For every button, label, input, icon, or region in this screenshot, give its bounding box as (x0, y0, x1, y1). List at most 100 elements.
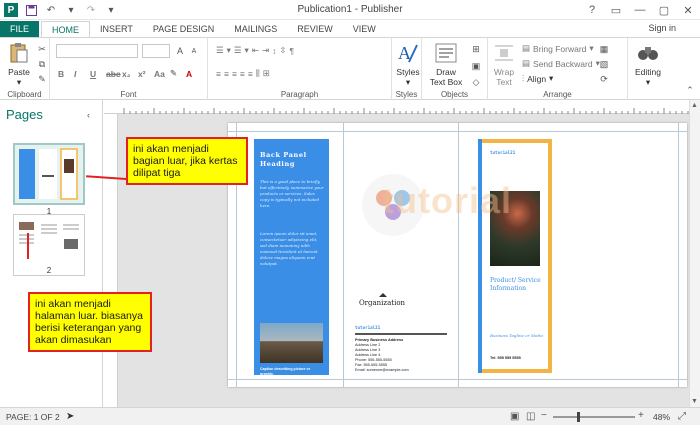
editing-group: Editing ▾ (628, 38, 668, 100)
cover-tag[interactable]: tutorial21 (490, 150, 515, 155)
bullets-icon[interactable]: ☰ (216, 45, 224, 56)
align-left-icon[interactable]: ≡ (216, 69, 221, 79)
align-button[interactable]: ⫶ Align ▾ (522, 73, 553, 84)
help-icon[interactable]: ? (580, 0, 604, 20)
tab-home[interactable]: HOME (41, 21, 91, 38)
font-color-button[interactable]: A (186, 69, 199, 79)
numbering-icon[interactable]: ☰ (234, 45, 242, 56)
page-thumbnail-1[interactable] (13, 143, 85, 205)
vertical-scrollbar[interactable]: ▲ ▼ (689, 100, 700, 407)
styles-button[interactable]: A Styles ▾ (394, 41, 422, 87)
italic-button[interactable]: I (74, 69, 87, 79)
wrap-text-icon (492, 41, 516, 65)
watermark-text: tutorial (382, 180, 512, 221)
cover-phone[interactable]: Tel: 555 555 5555 (490, 356, 548, 360)
grow-font-icon[interactable]: A (174, 45, 186, 57)
tab-view[interactable]: VIEW (343, 21, 386, 38)
picture-icon[interactable]: ▣ (470, 60, 482, 72)
zoom-slider[interactable] (553, 416, 635, 418)
text-box-label: Text Box (429, 77, 463, 87)
send-backward-button[interactable]: ▤ Send Backward ▾ (522, 58, 600, 69)
group-icon[interactable]: ▦ (598, 43, 610, 55)
middle-tag[interactable]: tutorial21 (355, 325, 380, 330)
brochure-page[interactable]: Back Panel Heading This is a good place … (228, 123, 687, 387)
back-panel-photo[interactable] (260, 323, 323, 363)
arrange-group-label: Arrange (543, 90, 572, 99)
cut-icon[interactable]: ✂ (36, 43, 48, 55)
format-painter-icon[interactable]: ✎ (36, 73, 48, 85)
bring-forward-button[interactable]: ▤ Bring Forward ▾ (522, 43, 594, 54)
shrink-font-icon[interactable]: A (188, 45, 200, 57)
tab-insert[interactable]: INSERT (90, 21, 143, 38)
wrap-text-button[interactable]: Wrap Text (490, 41, 518, 87)
scroll-down-icon[interactable]: ▼ (691, 398, 698, 405)
increase-indent-icon[interactable]: ⇥ (262, 45, 269, 56)
paragraph-settings-icon[interactable]: ⊞ (263, 68, 270, 79)
line-spacing-icon[interactable]: ↕ (272, 46, 276, 56)
zoom-in-icon[interactable]: + (638, 410, 644, 421)
back-panel-body[interactable]: This is a good place to briefly, but eff… (260, 179, 324, 209)
chevron-down-icon: ▾ (16, 77, 22, 87)
two-page-view-icon[interactable]: ◫ (526, 411, 535, 422)
distribute-icon[interactable]: ≡ (248, 69, 253, 79)
highlight-button[interactable]: ✎ (170, 68, 183, 79)
collapse-ribbon-icon[interactable]: ⌃ (684, 84, 696, 96)
address-block[interactable]: Primary Business Address Address Line 2 … (355, 338, 445, 373)
shapes-icon[interactable]: ◇ (470, 76, 482, 88)
vertical-ruler[interactable] (104, 114, 118, 407)
table-icon[interactable]: ⊞ (470, 43, 482, 55)
callout-outer-page: ini akan menjadi halaman luar. biasanya … (28, 292, 152, 352)
align-center-icon[interactable]: ≡ (224, 69, 229, 79)
bold-button[interactable]: B (58, 69, 71, 79)
fit-page-icon[interactable]: ⤢ (678, 411, 686, 422)
zoom-level: 48% (652, 412, 670, 422)
close-icon[interactable]: ✕ (676, 0, 700, 20)
back-panel[interactable]: Back Panel Heading This is a good place … (254, 139, 329, 377)
page-indicator[interactable]: PAGE: 1 OF 2 (6, 412, 60, 422)
paste-button[interactable]: Paste ▾ (4, 41, 34, 87)
zoom-slider-thumb[interactable] (577, 412, 580, 422)
font-name-combo[interactable] (56, 44, 138, 58)
ungroup-icon[interactable]: ▧ (598, 58, 610, 70)
draw-text-box-button[interactable]: Draw Text Box (426, 41, 466, 87)
font-group-label: Font (120, 90, 137, 99)
horizontal-ruler[interactable] (104, 100, 689, 114)
ribbon-display-icon[interactable]: ▭ (604, 0, 628, 20)
underline-button[interactable]: U (90, 69, 103, 79)
align-right-icon[interactable]: ≡ (232, 69, 237, 79)
font-size-combo[interactable] (142, 44, 170, 58)
cursor-icon: ➤ (66, 411, 75, 422)
sign-in-link[interactable]: Sign in (648, 23, 676, 33)
rotate-icon[interactable]: ⟳ (598, 73, 610, 85)
paragraph-spacing-icon[interactable]: ⇳ (279, 45, 286, 56)
tab-review[interactable]: REVIEW (287, 21, 343, 38)
draw-label: Draw (436, 67, 456, 77)
minimize-icon[interactable]: — (628, 0, 652, 20)
editing-button[interactable]: Editing ▾ (630, 41, 666, 87)
scroll-up-icon[interactable]: ▲ (691, 102, 698, 109)
show-marks-icon[interactable]: ¶ (289, 46, 294, 56)
subscript-button[interactable]: x₂ (122, 69, 135, 79)
styles-group: A Styles ▾ Styles (392, 38, 422, 100)
organization-name[interactable]: Organization (352, 299, 412, 307)
cover-title[interactable]: Product/ Service Information (490, 277, 548, 293)
columns-icon[interactable]: ⫼ (256, 68, 260, 79)
single-page-view-icon[interactable]: ▣ (510, 411, 519, 422)
maximize-icon[interactable]: ▢ (652, 0, 676, 20)
tab-file[interactable]: FILE (0, 21, 40, 38)
tab-page-design[interactable]: PAGE DESIGN (143, 21, 224, 38)
change-case-button[interactable]: Aa (154, 69, 167, 79)
cover-tagline[interactable]: Business Tagline or Motto (490, 333, 548, 339)
superscript-button[interactable]: x² (138, 69, 151, 79)
copy-icon[interactable]: ⧉ (36, 58, 48, 70)
back-panel-body-2[interactable]: Lorem ipsum dolor sit amet, consectetuer… (260, 231, 324, 267)
photo-caption[interactable]: Caption describing picture or graphic. (260, 367, 324, 377)
collapse-pane-icon[interactable]: ‹ (87, 110, 90, 120)
strikethrough-button[interactable]: abc (106, 69, 121, 79)
back-panel-heading[interactable]: Back Panel Heading (260, 151, 324, 169)
justify-icon[interactable]: ≡ (240, 69, 245, 79)
decrease-indent-icon[interactable]: ⇤ (252, 45, 259, 56)
zoom-out-icon[interactable]: − (541, 410, 547, 421)
tab-mailings[interactable]: MAILINGS (224, 21, 287, 38)
organization-logo-icon[interactable] (379, 293, 387, 297)
